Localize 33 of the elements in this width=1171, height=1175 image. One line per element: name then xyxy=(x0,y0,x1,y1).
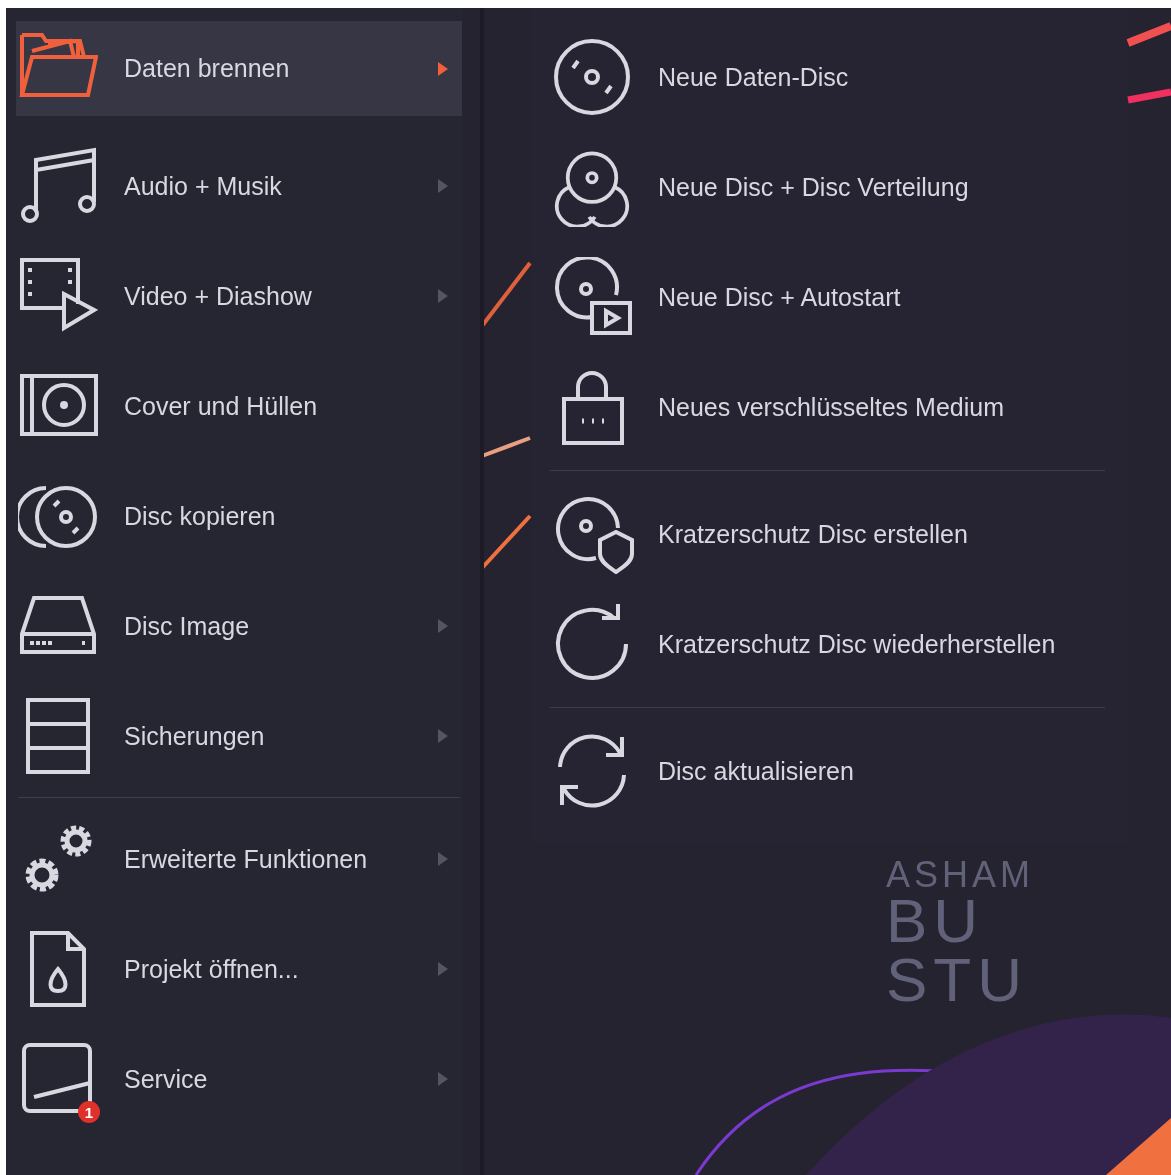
accent-stroke xyxy=(1126,22,1171,47)
submenu-item[interactable]: Neue Disc + Autostart xyxy=(550,242,1127,352)
submenu-arrow-icon xyxy=(438,1072,448,1086)
menu-item[interactable]: 1 Service xyxy=(16,1024,462,1134)
accent-stroke xyxy=(481,436,531,458)
submenu-item[interactable]: Disc aktualisieren xyxy=(550,716,1127,826)
menu-item[interactable]: Disc Image xyxy=(16,571,462,681)
submenu-arrow-icon xyxy=(438,179,448,193)
submenu-item[interactable]: Neue Disc + Disc Verteilung xyxy=(550,132,1127,242)
menu-item[interactable]: Audio + Musik xyxy=(16,131,462,241)
submenu-item[interactable]: Neues verschlüsseltes Medium xyxy=(550,352,1127,462)
submenu-arrow-icon xyxy=(438,619,448,633)
submenu-arrow-icon xyxy=(438,729,448,743)
submenu-item[interactable]: Neue Daten-Disc xyxy=(550,22,1127,132)
music-note-icon xyxy=(18,146,98,226)
menu-item[interactable]: Video + Diashow xyxy=(16,241,462,351)
menu-item[interactable]: Cover und Hüllen xyxy=(16,351,462,461)
accent-stroke xyxy=(1127,88,1171,104)
logo-text: ASHAM xyxy=(886,858,1035,893)
logo-text: BU xyxy=(886,892,985,952)
menu-item[interactable]: Daten brennen xyxy=(16,21,462,116)
submenu-arrow-icon xyxy=(438,962,448,976)
menu-item[interactable]: Projekt öffnen... xyxy=(16,914,462,1024)
submenu-item[interactable]: Kratzerschutz Disc wiederherstellen xyxy=(550,589,1127,699)
menu-item[interactable]: Disc kopieren xyxy=(16,461,462,571)
submenu-item[interactable]: Kratzerschutz Disc erstellen xyxy=(550,479,1127,589)
submenu-arrow-icon xyxy=(438,852,448,866)
notification-badge: 1 xyxy=(78,1101,100,1123)
logo-text: STU xyxy=(886,951,1028,1010)
submenu-arrow-icon xyxy=(438,289,448,303)
menu-item[interactable]: Erweiterte Funktionen xyxy=(16,804,462,914)
menu-item[interactable]: Sicherungen xyxy=(16,681,462,791)
submenu-arrow-icon xyxy=(438,61,448,76)
